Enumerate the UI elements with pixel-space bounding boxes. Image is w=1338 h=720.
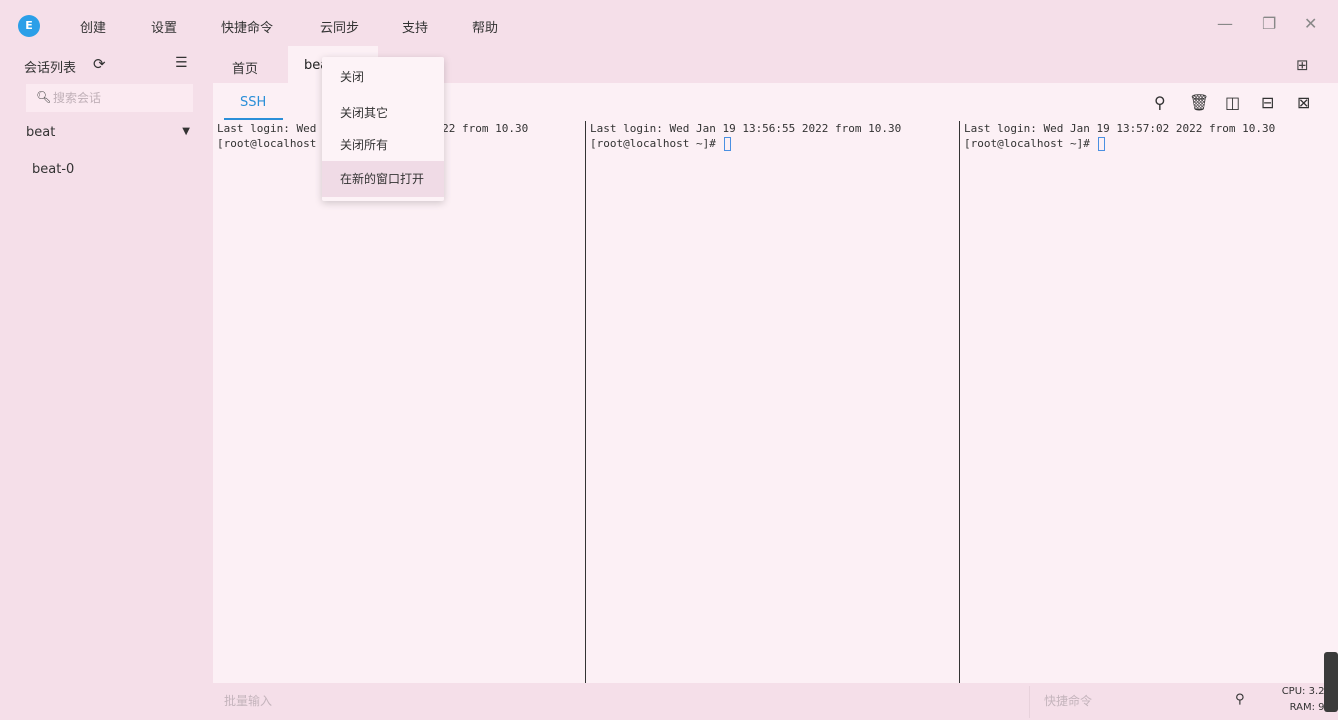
layout-grid-icon[interactable]: ⊞ xyxy=(1296,56,1309,74)
terminal-cursor xyxy=(724,137,732,151)
tab-ssh[interactable]: SSH xyxy=(240,95,266,110)
resize-handle[interactable] xyxy=(1324,652,1338,712)
search-icon[interactable]: ⚲ xyxy=(1235,692,1245,707)
split-horizontal-icon[interactable]: ⊟ xyxy=(1261,93,1274,112)
close-pane-icon[interactable]: ⊠ xyxy=(1297,93,1310,112)
split-vertical-icon[interactable]: ◫ xyxy=(1225,93,1240,112)
caret-down-icon: ▼ xyxy=(182,126,190,137)
menu-support[interactable]: 支持 xyxy=(402,17,428,36)
divider xyxy=(1029,686,1030,718)
session-search-box: 🔍︎ xyxy=(26,84,193,112)
terminal-pane[interactable]: Last login: Wed Jan 19 13:56:47 2022 fro… xyxy=(213,121,585,683)
menu-item-close-all[interactable]: 关闭所有 xyxy=(322,127,444,163)
quick-command-input[interactable] xyxy=(1034,686,1224,716)
refresh-icon[interactable]: ⟳ xyxy=(93,55,106,73)
menu-settings[interactable]: 设置 xyxy=(151,17,177,36)
terminal-pane[interactable]: Last login: Wed Jan 19 13:57:02 2022 fro… xyxy=(960,121,1338,683)
terminal-prompt: [root@localhost ~]# xyxy=(964,137,1097,150)
terminal-line: Last login: Wed Jan 19 13:57:02 2022 fro… xyxy=(964,122,1276,135)
terminal-line: Last login: Wed Jan 19 13:56:55 2022 fro… xyxy=(590,122,902,135)
active-tab-indicator xyxy=(224,118,283,120)
terminal-pane[interactable]: Last login: Wed Jan 19 13:56:55 2022 fro… xyxy=(586,121,959,683)
menu-cloud-sync[interactable]: 云同步 xyxy=(320,17,359,36)
terminal-cursor xyxy=(1098,137,1106,151)
search-icon[interactable]: ⚲ xyxy=(1154,93,1166,112)
session-group-label: beat xyxy=(26,125,56,140)
tab-home[interactable]: 首页 xyxy=(232,58,258,77)
menu-item-close-others[interactable]: 关闭其它 xyxy=(322,95,444,131)
session-list-title: 会话列表 xyxy=(24,61,77,76)
menu-bar: E 创建 设置 快捷命令 云同步 支持 帮助 — ❐ ✕ xyxy=(0,0,1338,50)
menu-help[interactable]: 帮助 xyxy=(472,17,498,36)
collapse-sidebar-icon[interactable]: ☰ xyxy=(175,55,188,71)
trash-icon[interactable]: 🗑︎ xyxy=(1189,93,1209,112)
session-search-input[interactable] xyxy=(53,87,187,109)
session-group-beat[interactable]: beat ▼ xyxy=(26,125,196,145)
menu-item-close[interactable]: 关闭 xyxy=(322,59,444,95)
terminal-prompt: [root@localhost ~]# xyxy=(590,137,723,150)
tab-context-menu: 关闭 关闭其它 关闭所有 在新的窗口打开 xyxy=(322,57,444,201)
menu-create[interactable]: 创建 xyxy=(80,17,106,36)
app-logo-icon: E xyxy=(18,15,40,37)
search-icon: 🔍︎ xyxy=(36,90,52,104)
menu-quick-commands[interactable]: 快捷命令 xyxy=(221,17,273,36)
session-item[interactable]: beat-0 xyxy=(32,162,74,177)
close-window-icon[interactable]: ✕ xyxy=(1304,14,1317,33)
batch-input[interactable] xyxy=(213,686,1028,716)
menu-item-open-new-window[interactable]: 在新的窗口打开 xyxy=(322,161,444,197)
minimize-icon[interactable]: — xyxy=(1217,14,1233,33)
restore-icon[interactable]: ❐ xyxy=(1262,14,1276,33)
